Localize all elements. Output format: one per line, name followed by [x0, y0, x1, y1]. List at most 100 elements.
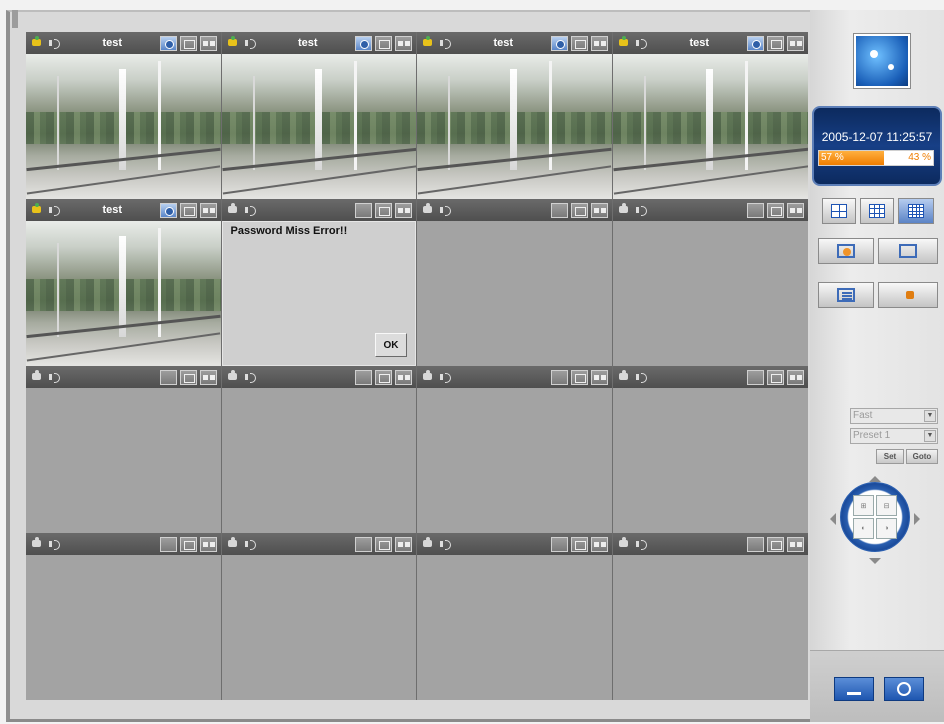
camera-cell[interactable] — [417, 199, 613, 366]
view-toggle-icon[interactable] — [199, 35, 217, 51]
minimize-button[interactable] — [834, 677, 874, 701]
camera-settings-icon[interactable] — [747, 536, 764, 552]
camera-cell[interactable]: test — [221, 32, 417, 199]
layout-4x4-button[interactable] — [898, 198, 934, 224]
audio-icon[interactable] — [244, 38, 258, 49]
audio-icon[interactable] — [439, 38, 453, 49]
camera-settings-icon[interactable] — [355, 369, 372, 385]
snapshot-icon[interactable] — [767, 369, 784, 385]
snapshot-icon[interactable] — [179, 536, 197, 552]
layout-3x3-button[interactable] — [860, 198, 894, 224]
audio-icon[interactable] — [635, 539, 649, 550]
camera-settings-icon[interactable] — [355, 202, 372, 218]
snapshot-icon[interactable] — [179, 369, 197, 385]
view-toggle-icon[interactable] — [787, 202, 804, 218]
camera-settings-icon[interactable] — [550, 202, 568, 218]
preset-set-button[interactable]: Set — [876, 449, 904, 464]
snapshot-icon[interactable] — [375, 536, 392, 552]
audio-icon[interactable] — [439, 539, 453, 550]
camera-settings-icon[interactable] — [159, 369, 177, 385]
view-toggle-icon[interactable] — [199, 369, 217, 385]
record-button[interactable] — [818, 238, 874, 264]
view-toggle-icon[interactable] — [787, 536, 804, 552]
focus-far-button[interactable]: ◑ — [876, 518, 897, 539]
pan-left-arrow-icon[interactable] — [824, 513, 836, 525]
audio-icon[interactable] — [244, 539, 258, 550]
focus-near-button[interactable]: ◐ — [853, 518, 874, 539]
camera-settings-icon[interactable] — [550, 536, 568, 552]
camera-cell[interactable] — [612, 199, 808, 366]
audio-icon[interactable] — [635, 372, 649, 383]
camera-cell[interactable]: test — [26, 32, 222, 199]
view-toggle-icon[interactable] — [395, 369, 412, 385]
view-toggle-icon[interactable] — [199, 536, 217, 552]
audio-icon[interactable] — [635, 38, 649, 49]
snapshot-icon[interactable] — [570, 35, 588, 51]
pan-up-arrow-icon[interactable] — [869, 470, 881, 482]
playback-button[interactable] — [818, 282, 874, 308]
snapshot-icon[interactable] — [179, 202, 197, 218]
camera-cell[interactable] — [612, 533, 808, 700]
snapshot-icon[interactable] — [570, 369, 588, 385]
camera-settings-icon[interactable] — [159, 202, 177, 218]
layout-2x2-button[interactable] — [822, 198, 856, 224]
camera-settings-icon[interactable] — [550, 369, 568, 385]
camera-cell[interactable]: test — [26, 199, 222, 366]
snapshot-icon[interactable] — [375, 202, 392, 218]
audio-icon[interactable] — [244, 372, 258, 383]
audio-icon[interactable] — [439, 372, 453, 383]
audio-icon[interactable] — [48, 372, 62, 383]
fullscreen-button[interactable] — [878, 238, 938, 264]
camera-settings-icon[interactable] — [159, 536, 177, 552]
speed-select[interactable]: Fast ▼ — [850, 408, 938, 424]
audio-icon[interactable] — [48, 205, 62, 216]
view-toggle-icon[interactable] — [590, 35, 608, 51]
camera-cell[interactable]: test — [417, 32, 613, 199]
camera-settings-icon[interactable] — [747, 369, 764, 385]
camera-cell[interactable] — [612, 366, 808, 533]
camera-cell[interactable] — [221, 366, 417, 533]
camera-settings-icon[interactable] — [159, 35, 177, 51]
camera-settings-icon[interactable] — [747, 35, 764, 51]
preset-select[interactable]: Preset 1 ▼ — [850, 428, 938, 444]
camera-cell[interactable] — [26, 533, 222, 700]
pan-right-arrow-icon[interactable] — [914, 513, 926, 525]
snapshot-icon[interactable] — [767, 202, 784, 218]
export-button[interactable] — [878, 282, 938, 308]
snapshot-icon[interactable] — [375, 369, 392, 385]
camera-cell[interactable] — [417, 533, 613, 700]
view-toggle-icon[interactable] — [395, 536, 412, 552]
zoom-in-button[interactable]: ⊞ — [853, 495, 874, 516]
snapshot-icon[interactable] — [375, 35, 392, 51]
view-toggle-icon[interactable] — [395, 35, 412, 51]
camera-settings-icon[interactable] — [550, 35, 568, 51]
info-button[interactable] — [884, 677, 924, 701]
snapshot-icon[interactable] — [570, 202, 588, 218]
view-toggle-icon[interactable] — [199, 202, 217, 218]
audio-icon[interactable] — [48, 38, 62, 49]
ok-button[interactable]: OK — [375, 333, 407, 357]
zoom-out-button[interactable]: ⊟ — [876, 495, 897, 516]
snapshot-icon[interactable] — [179, 35, 197, 51]
view-toggle-icon[interactable] — [787, 369, 804, 385]
snapshot-icon[interactable] — [767, 536, 784, 552]
snapshot-icon[interactable] — [570, 536, 588, 552]
camera-cell[interactable]: test — [612, 32, 808, 199]
audio-icon[interactable] — [48, 539, 62, 550]
view-toggle-icon[interactable] — [787, 35, 804, 51]
view-toggle-icon[interactable] — [395, 202, 412, 218]
audio-icon[interactable] — [244, 205, 258, 216]
audio-icon[interactable] — [635, 205, 649, 216]
view-toggle-icon[interactable] — [590, 536, 608, 552]
view-toggle-icon[interactable] — [590, 369, 608, 385]
pan-down-arrow-icon[interactable] — [869, 558, 881, 570]
camera-cell[interactable] — [26, 366, 222, 533]
preset-goto-button[interactable]: Goto — [906, 449, 938, 464]
snapshot-icon[interactable] — [767, 35, 784, 51]
audio-icon[interactable] — [439, 205, 453, 216]
camera-settings-icon[interactable] — [355, 35, 372, 51]
camera-settings-icon[interactable] — [355, 536, 372, 552]
view-toggle-icon[interactable] — [590, 202, 608, 218]
camera-settings-icon[interactable] — [747, 202, 764, 218]
camera-cell[interactable] — [417, 366, 613, 533]
